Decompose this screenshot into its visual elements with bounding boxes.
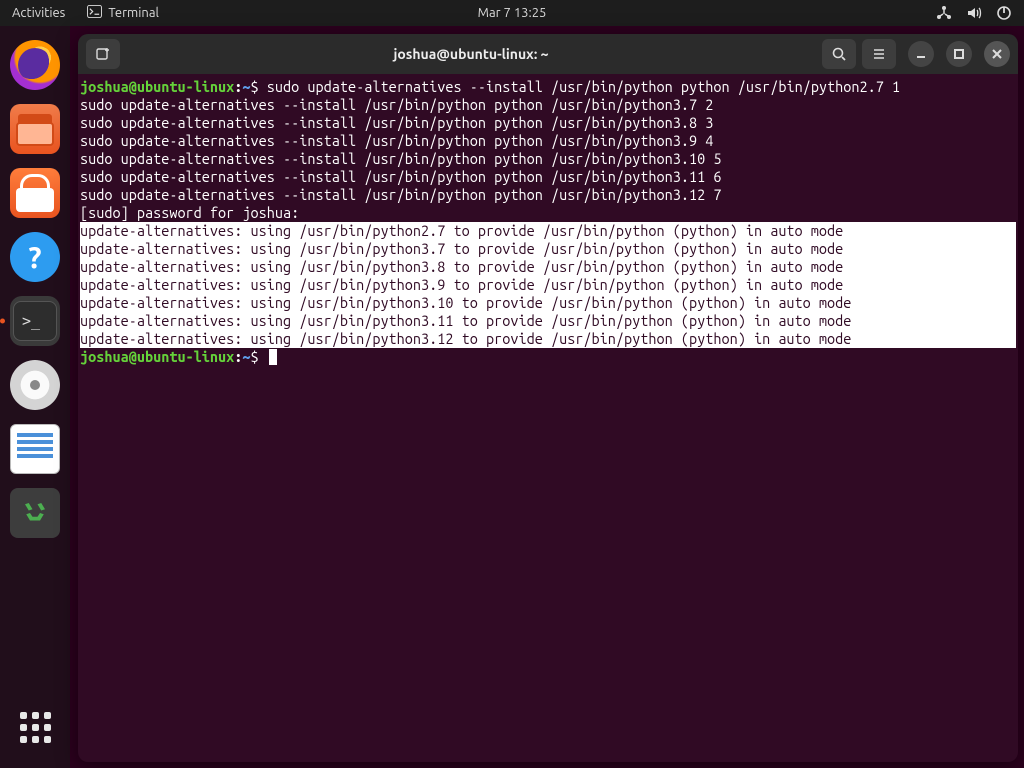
dock-files[interactable] (10, 104, 60, 154)
hamburger-icon (871, 46, 887, 62)
new-tab-icon (95, 46, 111, 62)
close-icon (991, 48, 1003, 60)
terminal-line: sudo update-alternatives --install /usr/… (80, 114, 1016, 132)
clock[interactable]: Mar 7 13:25 (478, 6, 547, 20)
terminal-line-selected: update-alternatives: using /usr/bin/pyth… (80, 276, 1016, 294)
volume-icon[interactable] (966, 5, 982, 21)
terminal-line-selected: update-alternatives: using /usr/bin/pyth… (80, 258, 1016, 276)
minimize-button[interactable] (908, 41, 934, 67)
terminal-line-selected: update-alternatives: using /usr/bin/pyth… (80, 330, 1016, 348)
system-status-area[interactable] (936, 5, 1024, 21)
search-icon (831, 46, 847, 62)
terminal-line: joshua@ubuntu-linux:~$ sudo update-alter… (80, 78, 1016, 96)
terminal-line-selected: update-alternatives: using /usr/bin/pyth… (80, 294, 1016, 312)
recycle-icon (20, 498, 50, 528)
terminal-line: sudo update-alternatives --install /usr/… (80, 132, 1016, 150)
window-titlebar[interactable]: joshua@ubuntu-linux: ~ (78, 34, 1018, 74)
dock-terminal[interactable] (10, 296, 60, 346)
new-tab-button[interactable] (86, 39, 120, 69)
power-icon[interactable] (996, 5, 1012, 21)
network-icon[interactable] (936, 5, 952, 21)
cursor (269, 349, 277, 365)
window-title: joshua@ubuntu-linux: ~ (126, 46, 816, 62)
terminal-icon (87, 5, 102, 21)
dock-software[interactable] (10, 168, 60, 218)
activities-button[interactable]: Activities (0, 6, 77, 20)
close-button[interactable] (984, 41, 1010, 67)
terminal-window: joshua@ubuntu-linux: ~ joshua@ubuntu-lin… (78, 34, 1018, 762)
app-menu-label: Terminal (108, 6, 159, 20)
terminal-icon (13, 301, 57, 341)
dock-help[interactable]: ? (10, 232, 60, 282)
gnome-top-bar: Activities Terminal Mar 7 13:25 (0, 0, 1024, 26)
app-menu[interactable]: Terminal (77, 5, 169, 21)
maximize-icon (953, 48, 965, 60)
dock-firefox[interactable] (10, 40, 60, 90)
maximize-button[interactable] (946, 41, 972, 67)
minimize-icon (915, 48, 927, 60)
terminal-line: sudo update-alternatives --install /usr/… (80, 186, 1016, 204)
dock: ? (0, 26, 70, 768)
show-applications-button[interactable] (10, 702, 60, 752)
terminal-line-selected: update-alternatives: using /usr/bin/pyth… (80, 240, 1016, 258)
hamburger-menu-button[interactable] (862, 39, 896, 69)
dock-trash[interactable] (10, 488, 60, 538)
terminal-prompt: joshua@ubuntu-linux:~$ (80, 348, 1016, 366)
terminal-line: sudo update-alternatives --install /usr/… (80, 96, 1016, 114)
terminal-line: sudo update-alternatives --install /usr/… (80, 150, 1016, 168)
dock-text-editor[interactable] (10, 424, 60, 474)
terminal-line-selected: update-alternatives: using /usr/bin/pyth… (80, 222, 1016, 240)
search-button[interactable] (822, 39, 856, 69)
terminal-line: sudo update-alternatives --install /usr/… (80, 168, 1016, 186)
terminal-output[interactable]: joshua@ubuntu-linux:~$ sudo update-alter… (78, 74, 1018, 762)
terminal-line-selected: update-alternatives: using /usr/bin/pyth… (80, 312, 1016, 330)
dock-disk[interactable] (10, 360, 60, 410)
terminal-line: [sudo] password for joshua: (80, 204, 1016, 222)
